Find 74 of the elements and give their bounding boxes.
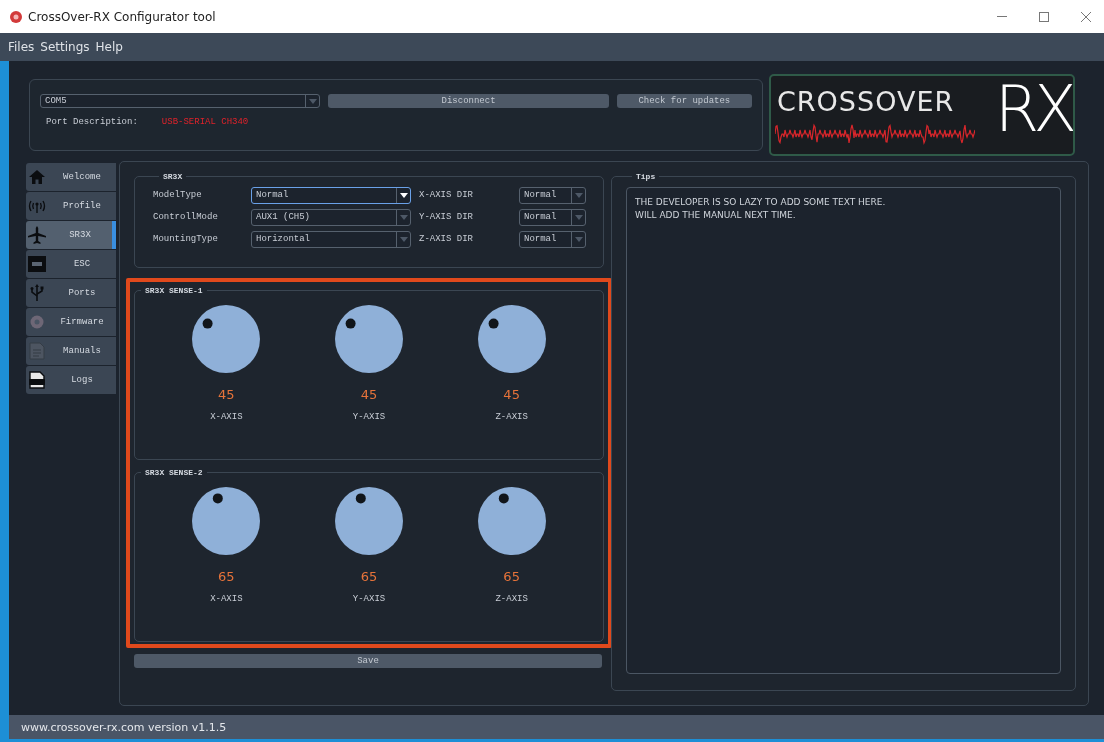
setting-dropdown[interactable]: Normal xyxy=(251,186,411,204)
dropdown-arrow-icon xyxy=(399,236,408,242)
axis-direction-dropdown[interactable]: Normal xyxy=(519,186,586,204)
axis-direction-dropdown[interactable]: Normal xyxy=(519,230,586,248)
setting-dropdown[interactable]: AUX1 (CH5) xyxy=(251,208,411,226)
sidebar-tab[interactable]: ESC xyxy=(26,250,116,278)
axis-label: X-AXIS xyxy=(210,594,243,604)
sidebar-tab[interactable]: Ports xyxy=(26,279,116,307)
axis-direction-label: Z-AXIS DIR xyxy=(419,234,474,244)
tips-text: THE DEVELOPER IS SO LAZY TO ADD SOME TEXT HERE. xyxy=(635,196,886,209)
document-icon xyxy=(29,342,45,360)
logo-mark: RX xyxy=(994,76,1071,146)
dial-value: 65 xyxy=(360,569,378,584)
dial-value: 65 xyxy=(218,569,235,584)
dial-knob[interactable] xyxy=(477,487,546,555)
dial-knob[interactable] xyxy=(335,487,403,555)
window-title: CrossOver-RX Configurator tool xyxy=(28,9,216,24)
axis-direction-label: X-AXIS DIR xyxy=(419,190,474,200)
airplane-icon xyxy=(28,226,46,244)
sidebar-tab[interactable]: Profile xyxy=(26,192,116,220)
dial-knob[interactable] xyxy=(192,305,261,373)
dial-value: 45 xyxy=(503,387,520,402)
house-icon xyxy=(29,170,45,184)
menu-item[interactable]: Files xyxy=(8,40,35,54)
dial-knob[interactable] xyxy=(192,487,261,555)
group-title: SR3X SENSE-2 xyxy=(144,468,204,477)
dial-knob[interactable] xyxy=(335,305,403,373)
axis-label: Y-AXIS xyxy=(352,412,386,422)
group-title: SR3X xyxy=(162,172,184,181)
group-title: SR3X SENSE-1 xyxy=(144,286,204,295)
logo-wordmark: CROSSOVER xyxy=(777,86,955,117)
axis-label: X-AXIS xyxy=(210,412,243,422)
dropdown-arrow-icon xyxy=(399,214,408,220)
dropdown-arrow-icon xyxy=(574,214,583,220)
dropdown-arrow-icon xyxy=(308,98,317,104)
menu-item[interactable]: Help xyxy=(95,40,123,54)
setting-label: MountingType xyxy=(153,234,219,244)
tips-text: WILL ADD THE MANUAL NEXT TIME. xyxy=(635,209,796,222)
group-title: Tips xyxy=(635,172,657,181)
axis-direction-label: Y-AXIS DIR xyxy=(419,212,474,222)
maximize-icon[interactable] xyxy=(1039,11,1049,22)
usb-icon xyxy=(30,284,44,302)
dial-value: 65 xyxy=(503,569,520,584)
dropdown-arrow-icon xyxy=(574,192,583,198)
axis-direction-dropdown[interactable]: Normal xyxy=(519,208,586,226)
close-icon[interactable] xyxy=(1081,11,1091,22)
axis-label: Z-AXIS xyxy=(495,594,528,604)
dropdown-arrow-icon xyxy=(399,192,408,198)
port-description-value: USB-SERIAL CH340 xyxy=(161,117,249,127)
sidebar-tab[interactable]: Manuals xyxy=(26,337,116,365)
setting-dropdown[interactable]: Horizontal xyxy=(251,230,411,248)
setting-label: ModelType xyxy=(153,190,203,200)
disconnect-button[interactable]: Disconnect xyxy=(328,94,609,108)
sidebar-tab[interactable]: Welcome xyxy=(26,163,116,191)
menu-item[interactable]: Settings xyxy=(40,40,90,54)
log-file-icon xyxy=(29,371,45,389)
axis-label: Y-AXIS xyxy=(352,594,386,604)
app-logo-icon xyxy=(10,10,22,23)
dropdown-arrow-icon xyxy=(574,236,583,242)
dial-value: 45 xyxy=(360,387,378,402)
port-dropdown[interactable]: COM5 xyxy=(40,94,321,108)
sidebar-tab[interactable]: SR3X xyxy=(26,221,116,249)
setting-label: ControllMode xyxy=(153,212,219,222)
sidebar-tab[interactable]: Firmware xyxy=(26,308,116,336)
antenna-icon xyxy=(27,199,47,213)
axis-label: Z-AXIS xyxy=(495,412,528,422)
dial-knob[interactable] xyxy=(477,305,546,373)
dial-value: 45 xyxy=(218,387,235,402)
sidebar-tab[interactable]: Logs xyxy=(26,366,116,394)
check-updates-button[interactable]: Check for updates xyxy=(616,94,752,108)
status-bar: www.crossover-rx.com version v1.1.5 xyxy=(0,715,1104,742)
port-description-label: Port Description: xyxy=(46,117,138,127)
save-button[interactable]: Save xyxy=(134,654,602,668)
chip-icon xyxy=(28,256,46,272)
